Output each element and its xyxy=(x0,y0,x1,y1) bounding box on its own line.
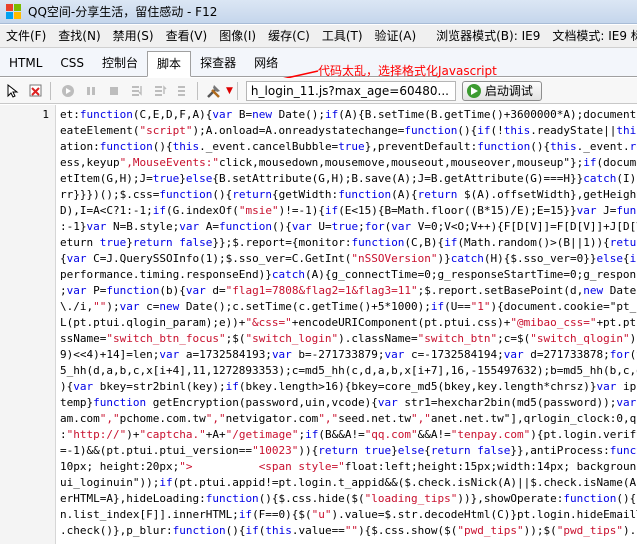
line-number: 1 xyxy=(42,108,49,121)
select-element-icon[interactable] xyxy=(3,81,23,101)
configuration-tools-icon[interactable] xyxy=(205,81,225,101)
step-out-icon[interactable] xyxy=(173,81,193,101)
menu-file[interactable]: 文件(F) xyxy=(0,25,52,47)
code-line: ess,keyup",MouseEvents:"click,mousedown,… xyxy=(60,156,637,169)
menu-document-mode[interactable]: 文档模式: IE9 标准 xyxy=(546,25,637,47)
line-number-gutter: 1 xyxy=(0,105,56,544)
script-file-name: h_login_11.js?max_age=60480... xyxy=(250,83,449,98)
code-line: 5_hh(d,a,b,c,x[i+4],11,1272893353);c=md5… xyxy=(60,364,637,377)
code-line: 9)<<4)+14]=len;var a=1732584193;var b=-2… xyxy=(60,348,637,361)
code-line: n.list_index[F]].innerHTML;if(F==0){$("u… xyxy=(60,508,637,521)
code-line: ssName="switch_btn_focus";$("switch_logi… xyxy=(60,332,637,345)
code-line: rr}}})();$.css=function(){return{getWidt… xyxy=(60,188,637,201)
toolbar-separator xyxy=(50,81,51,100)
annotation-label: 代码太乱，选择格式化Javascript xyxy=(318,64,497,78)
code-line: 10px; height:20px;"> <span style="float:… xyxy=(60,460,637,473)
code-line: am.com","pchome.com.tw","netvigator.com"… xyxy=(60,412,637,425)
step-into-icon[interactable] xyxy=(127,81,147,101)
menu-disable[interactable]: 禁用(S) xyxy=(107,25,160,47)
start-debugging-button[interactable]: 启动调试 xyxy=(461,80,542,101)
code-line: D),I=A<C?1:-1;if(G.indexOf("msie")!=-1){… xyxy=(60,204,637,217)
code-line: eateElement("script");A.onload=A.onready… xyxy=(60,124,637,137)
menu-browser-mode[interactable]: 浏览器模式(B): IE9 xyxy=(430,25,546,47)
start-debugging-label: 启动调试 xyxy=(484,84,533,98)
tab-script[interactable]: 脚本 xyxy=(147,51,192,77)
source-code[interactable]: et:function(C,E,D,F,A){var B=new Date();… xyxy=(60,107,637,539)
stop-icon[interactable] xyxy=(104,81,124,101)
code-line: {var C=J.QuerySSOInfo(1);$.sso_ver=C.Get… xyxy=(60,252,637,265)
toolbar-separator xyxy=(236,81,238,100)
code-line: eturn true}return false}};$.report={moni… xyxy=(60,236,637,249)
menu-images[interactable]: 图像(I) xyxy=(213,25,262,47)
continue-icon[interactable] xyxy=(58,81,78,101)
code-line: \./i,"");var c=new Date();c.setTime(c.ge… xyxy=(60,300,637,313)
tab-console[interactable]: 控制台 xyxy=(93,52,147,76)
script-file-select[interactable]: h_login_11.js?max_age=60480... xyxy=(245,80,456,101)
tools-dropdown-icon[interactable]: ▼ xyxy=(226,86,233,96)
code-line: ation:function(){this._event.cancelBubbl… xyxy=(60,140,637,153)
code-line: erHTML=A},hideLoading:function(){$.css.h… xyxy=(60,492,637,505)
code-line: etItem(G,H);J=true}else{B.setAttribute(G… xyxy=(60,172,637,185)
play-icon xyxy=(466,83,481,98)
script-source-pane[interactable]: 1 et:function(C,E,D,F,A){var B=new Date(… xyxy=(0,105,637,544)
window-title: QQ空间-分享生活，留住感动 - F12 xyxy=(28,5,218,19)
annotation-text: 代码太乱，选择格式化Javascript xyxy=(318,62,497,79)
tab-css[interactable]: CSS xyxy=(51,52,93,76)
code-line: ;var P=function(b){var d="flag1=7808&fla… xyxy=(60,284,637,297)
menu-find[interactable]: 查找(N) xyxy=(52,25,106,47)
code-line: =-1)&&(pt.ptui.ptui_version=="10023")){r… xyxy=(60,444,637,457)
menu-cache[interactable]: 缓存(C) xyxy=(262,25,316,47)
break-all-icon[interactable] xyxy=(81,81,101,101)
code-line: .check()},p_blur:function(){if(this.valu… xyxy=(60,524,637,537)
code-line: temp}function getEncryption(password,uin… xyxy=(60,396,637,409)
menu-validate[interactable]: 验证(A) xyxy=(369,25,423,47)
code-line: :-1}var N=B.style;var A=function(){var U… xyxy=(60,220,637,233)
menu-tools[interactable]: 工具(T) xyxy=(316,25,369,47)
code-line: :"http://")+"captcha."+A+"/getimage";if(… xyxy=(60,428,637,441)
code-line: ui_loginuin"));if(pt.ptui.appid!=pt.logi… xyxy=(60,476,637,489)
clear-browser-icon[interactable] xyxy=(26,81,46,101)
code-line: et:function(C,E,D,F,A){var B=new Date();… xyxy=(60,108,637,121)
code-line: ){var bkey=str2binl(key);if(bkey.length>… xyxy=(60,380,637,393)
menu-view[interactable]: 查看(V) xyxy=(160,25,214,47)
script-toolbar: ▼ h_login_11.js?max_age=60480... 启动调试 xyxy=(0,78,637,104)
tab-html[interactable]: HTML xyxy=(0,52,51,76)
menu-bar: 文件(F) 查找(N) 禁用(S) 查看(V) 图像(I) 缓存(C) 工具(T… xyxy=(0,25,637,48)
toolbar-separator xyxy=(197,81,198,100)
code-line: performance.timing.responseEnd)}catch(A)… xyxy=(60,268,637,281)
title-bar: QQ空间-分享生活，留住感动 - F12 xyxy=(0,0,637,24)
step-over-icon[interactable] xyxy=(150,81,170,101)
devtools-app-icon xyxy=(6,3,22,20)
code-line: L(pt.ptui.qlogin_param);e))+"&css="+enco… xyxy=(60,316,637,329)
